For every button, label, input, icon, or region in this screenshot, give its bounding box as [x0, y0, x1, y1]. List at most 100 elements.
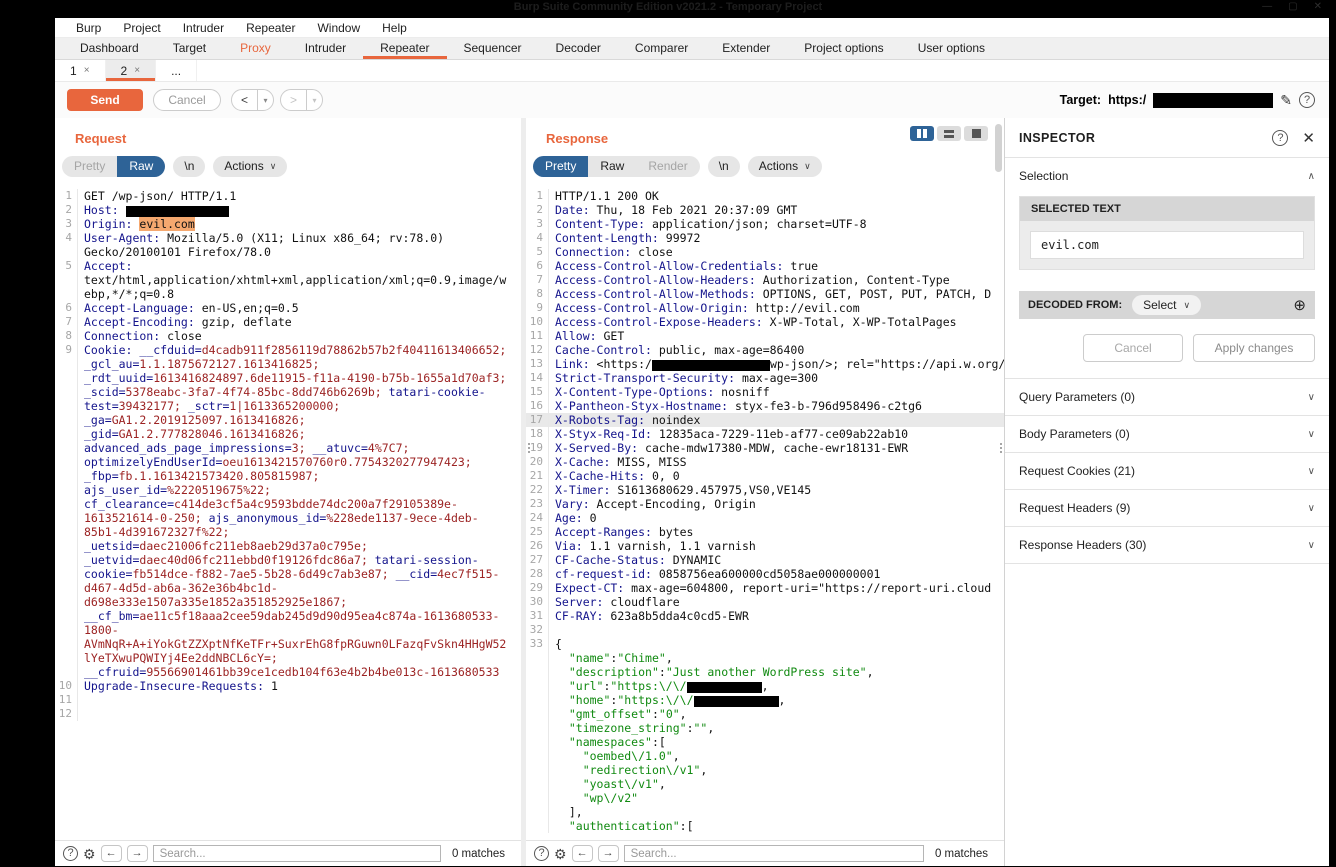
line-number [526, 805, 548, 819]
menu-item-repeater[interactable]: Repeater [235, 18, 306, 37]
inspector-section-body-parameters[interactable]: Body Parameters (0)∨ [1005, 415, 1329, 452]
help-icon[interactable]: ? [1299, 92, 1315, 108]
request-raw-tab[interactable]: Raw [117, 156, 165, 177]
tab-repeater[interactable]: Repeater [363, 38, 446, 59]
repeater-tab-1[interactable]: 1× [55, 60, 106, 81]
chevron-down-icon[interactable]: ▾ [258, 96, 273, 105]
line-number: 12 [526, 343, 548, 357]
response-scrollbar[interactable] [995, 124, 1002, 172]
redacted-text [687, 682, 762, 693]
search-prev-button[interactable]: ← [572, 845, 593, 862]
close-tab-icon[interactable]: × [134, 65, 140, 76]
minimize-icon[interactable]: — [1262, 1, 1272, 12]
menu-item-help[interactable]: Help [371, 18, 418, 37]
apply-changes-button[interactable]: Apply changes [1193, 334, 1315, 362]
edit-target-icon[interactable]: ✎ [1280, 92, 1292, 109]
send-button[interactable]: Send [67, 89, 143, 111]
chevron-down-icon: ∨ [1183, 300, 1190, 311]
maximize-icon[interactable]: ▢ [1288, 1, 1297, 12]
tab-comparer[interactable]: Comparer [618, 38, 705, 59]
request-search-matches: 0 matches [452, 848, 505, 860]
inspector-cancel-button[interactable]: Cancel [1083, 334, 1183, 362]
search-prev-button[interactable]: ← [101, 845, 122, 862]
response-pretty-tab[interactable]: Pretty [533, 156, 588, 177]
cancel-button[interactable]: Cancel [153, 89, 221, 111]
request-newline-toggle[interactable]: \n [173, 156, 205, 177]
tab-sequencer[interactable]: Sequencer [447, 38, 539, 59]
inspector-section-response-headers[interactable]: Response Headers (30)∨ [1005, 526, 1329, 564]
line-number [526, 819, 548, 833]
decoded-from-bar: DECODED FROM: Select ∨ ⊕ [1019, 291, 1315, 319]
layout-switcher [910, 126, 988, 141]
decoded-from-select[interactable]: Select ∨ [1132, 295, 1201, 315]
request-search-input[interactable] [153, 845, 441, 862]
window-controls: — ▢ ✕ [1262, 1, 1322, 12]
menu-item-project[interactable]: Project [112, 18, 171, 37]
search-next-button[interactable]: → [598, 845, 619, 862]
tab-proxy[interactable]: Proxy [223, 38, 288, 59]
tab-project-options[interactable]: Project options [787, 38, 900, 59]
response-editor[interactable]: 1HTTP/1.1 200 OK2Date: Thu, 18 Feb 2021 … [526, 184, 1004, 840]
window-titlebar: Burp Suite Community Edition v2021.2 - T… [0, 0, 1336, 18]
editor-line: 27CF-Cache-Status: DYNAMIC [526, 553, 1004, 567]
editor-line: 12 [55, 707, 521, 721]
line-number: 6 [526, 259, 548, 273]
gear-icon[interactable]: ⚙ [83, 846, 96, 862]
close-tab-icon[interactable]: × [84, 65, 90, 76]
editor-line: "description":"Just another WordPress si… [526, 665, 1004, 679]
request-actions-button[interactable]: Actions ∨ [213, 156, 287, 177]
chevron-down-icon[interactable]: ▾ [307, 96, 322, 105]
editor-line: 10Upgrade-Insecure-Requests: 1 [55, 679, 521, 693]
add-decoder-icon[interactable]: ⊕ [1293, 296, 1306, 314]
tab-extender[interactable]: Extender [705, 38, 787, 59]
response-column: Response PrettyRawRender \n Actions ∨ 1H… [526, 118, 1004, 866]
history-forward-button[interactable]: > ▾ [280, 89, 323, 111]
close-icon[interactable]: ✕ [1314, 1, 1322, 12]
inspector-section-query-parameters[interactable]: Query Parameters (0)∨ [1005, 378, 1329, 415]
menu-item-window[interactable]: Window [306, 18, 371, 37]
request-editor[interactable]: 1GET /wp-json/ HTTP/1.12Host: 3Origin: e… [55, 184, 521, 840]
inspector-section-request-cookies[interactable]: Request Cookies (21)∨ [1005, 452, 1329, 489]
selected-text-value[interactable]: evil.com [1030, 231, 1304, 259]
tab-intruder[interactable]: Intruder [288, 38, 363, 59]
selection-section-header[interactable]: Selection ∧ [1005, 158, 1329, 194]
layout-single-button[interactable] [964, 126, 988, 141]
menu-item-intruder[interactable]: Intruder [172, 18, 235, 37]
tab-target[interactable]: Target [156, 38, 223, 59]
repeater-tab-2[interactable]: 2× [106, 60, 157, 81]
editor-line: 5Accept: text/html,application/xhtml+xml… [55, 259, 521, 301]
editor-line: 2Date: Thu, 18 Feb 2021 20:37:09 GMT [526, 203, 1004, 217]
line-number: 2 [526, 203, 548, 217]
line-number [526, 791, 548, 805]
repeater-tab-...[interactable]: ... [156, 60, 197, 81]
response-render-tab[interactable]: Render [636, 156, 699, 177]
editor-line: 12Cache-Control: public, max-age=86400 [526, 343, 1004, 357]
help-icon[interactable]: ? [1272, 130, 1288, 146]
search-next-button[interactable]: → [127, 845, 148, 862]
request-pretty-tab[interactable]: Pretty [62, 156, 117, 177]
tab-user-options[interactable]: User options [901, 38, 1002, 59]
editor-line: 9Cookie: __cfduid=d4cadb911f2856119d7886… [55, 343, 521, 679]
window-title: Burp Suite Community Edition v2021.2 - T… [0, 1, 1336, 13]
help-icon[interactable]: ? [63, 846, 78, 861]
layout-columns-button[interactable] [910, 126, 934, 141]
editor-line: "namespaces":[ [526, 735, 1004, 749]
gear-icon[interactable]: ⚙ [554, 846, 567, 862]
help-icon[interactable]: ? [534, 846, 549, 861]
response-search-input[interactable] [624, 845, 924, 862]
inspector-section-request-headers[interactable]: Request Headers (9)∨ [1005, 489, 1329, 526]
inspector-panel: INSPECTOR ? ✕ Selection ∧ SELECTED TEXT … [1004, 118, 1329, 866]
response-actions-button[interactable]: Actions ∨ [748, 156, 822, 177]
splitter-handle-right[interactable] [1000, 443, 1002, 453]
close-icon[interactable]: ✕ [1302, 129, 1315, 147]
response-raw-tab[interactable]: Raw [588, 156, 636, 177]
editor-line: 18X-Styx-Req-Id: 12835aca-7229-11eb-af77… [526, 427, 1004, 441]
redacted-text [652, 360, 770, 371]
layout-rows-button[interactable] [937, 126, 961, 141]
response-newline-toggle[interactable]: \n [708, 156, 740, 177]
menu-item-burp[interactable]: Burp [65, 18, 112, 37]
tab-dashboard[interactable]: Dashboard [63, 38, 156, 59]
splitter-handle-left[interactable] [528, 443, 530, 453]
tab-decoder[interactable]: Decoder [539, 38, 618, 59]
history-back-button[interactable]: < ▾ [231, 89, 274, 111]
